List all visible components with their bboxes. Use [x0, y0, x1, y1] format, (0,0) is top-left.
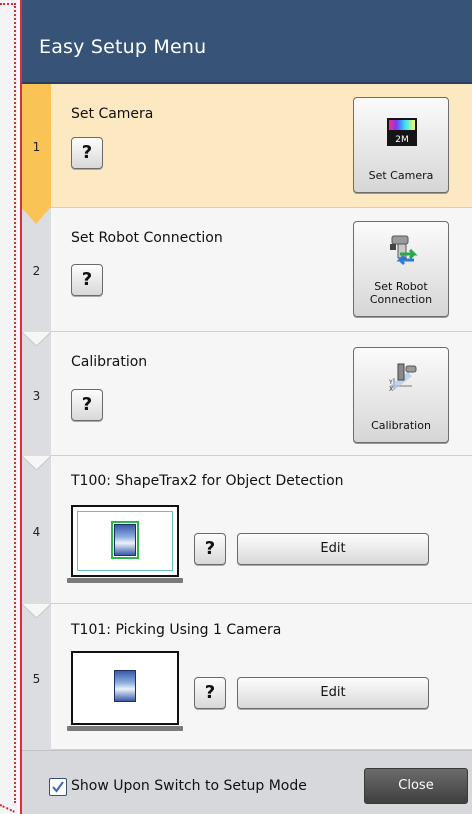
edit-button[interactable]: Edit — [237, 677, 429, 709]
robot-connection-icon — [390, 235, 418, 266]
help-button[interactable]: ? — [194, 533, 226, 565]
step-number: 2 — [32, 264, 41, 278]
set-camera-button[interactable]: 2M Set Camera — [353, 97, 449, 193]
edit-button[interactable]: Edit — [237, 533, 429, 565]
easy-setup-dialog: Easy Setup Menu 1 Set Camera ? 2M Set Ca… — [20, 0, 472, 814]
help-button[interactable]: ? — [71, 137, 103, 169]
step-2-set-robot-connection: 2 Set Robot Connection ? Set Robot Connec… — [22, 208, 472, 332]
step-3-calibration: 3 Calibration ? Y X Calibration — [22, 332, 472, 456]
step-title: T101: Picking Using 1 Camera — [71, 622, 282, 638]
step-title: Calibration — [71, 354, 148, 370]
set-robot-connection-button[interactable]: Set Robot Connection — [353, 221, 449, 317]
show-upon-switch-checkbox[interactable] — [49, 778, 67, 796]
calibration-label: Calibration — [371, 419, 431, 432]
checkmark-icon — [52, 781, 64, 793]
step-title: T100: ShapeTrax2 for Object Detection — [71, 473, 344, 489]
svg-text:X: X — [389, 386, 393, 392]
svg-text:Y: Y — [388, 379, 393, 386]
step-4-tool: 4 T100: ShapeTrax2 for Object Detection … — [22, 456, 472, 604]
set-robot-connection-label: Set Robot Connection — [369, 280, 433, 306]
show-upon-switch-label[interactable]: Show Upon Switch to Setup Mode — [71, 778, 307, 794]
thumbnail-stand — [67, 578, 183, 583]
help-button[interactable]: ? — [194, 677, 226, 709]
dialog-footer: Show Upon Switch to Setup Mode Close — [22, 750, 472, 814]
close-button[interactable]: Close — [364, 768, 468, 804]
step-title: Set Camera — [71, 106, 154, 122]
step-title: Set Robot Connection — [71, 230, 223, 246]
step-number: 4 — [32, 525, 41, 539]
step-5-tool: 5 T101: Picking Using 1 Camera ? Edit — [22, 604, 472, 750]
step-1-set-camera: 1 Set Camera ? 2M Set Camera — [22, 84, 472, 208]
step-number: 3 — [32, 389, 41, 403]
tool-thumbnail[interactable] — [67, 651, 183, 731]
calibration-icon: Y X — [388, 363, 417, 392]
title-bar: Easy Setup Menu — [22, 0, 472, 84]
step-number: 5 — [32, 672, 41, 686]
camera-badge: 2M — [395, 135, 409, 145]
step-content: Set Camera ? 2M Set Camera — [51, 84, 472, 208]
step-content: T101: Picking Using 1 Camera ? Edit — [51, 604, 472, 750]
calibration-button[interactable]: Y X Calibration — [353, 347, 449, 443]
step-content: Calibration ? Y X Calibration — [51, 332, 472, 456]
set-camera-label: Set Camera — [368, 169, 434, 182]
help-button[interactable]: ? — [71, 389, 103, 421]
step-content: T100: ShapeTrax2 for Object Detection ? … — [51, 456, 472, 604]
help-button[interactable]: ? — [71, 264, 103, 296]
object-image — [114, 670, 136, 702]
thumbnail-stand — [67, 726, 183, 731]
tool-thumbnail[interactable] — [67, 505, 183, 583]
detected-object-image — [111, 521, 139, 559]
selection-outline-left — [14, 3, 16, 803]
camera-2m-icon: 2M — [387, 118, 417, 146]
step-content: Set Robot Connection ? Set Robot Connecti… — [51, 208, 472, 332]
step-number: 1 — [32, 140, 41, 154]
window-title: Easy Setup Menu — [39, 36, 207, 58]
